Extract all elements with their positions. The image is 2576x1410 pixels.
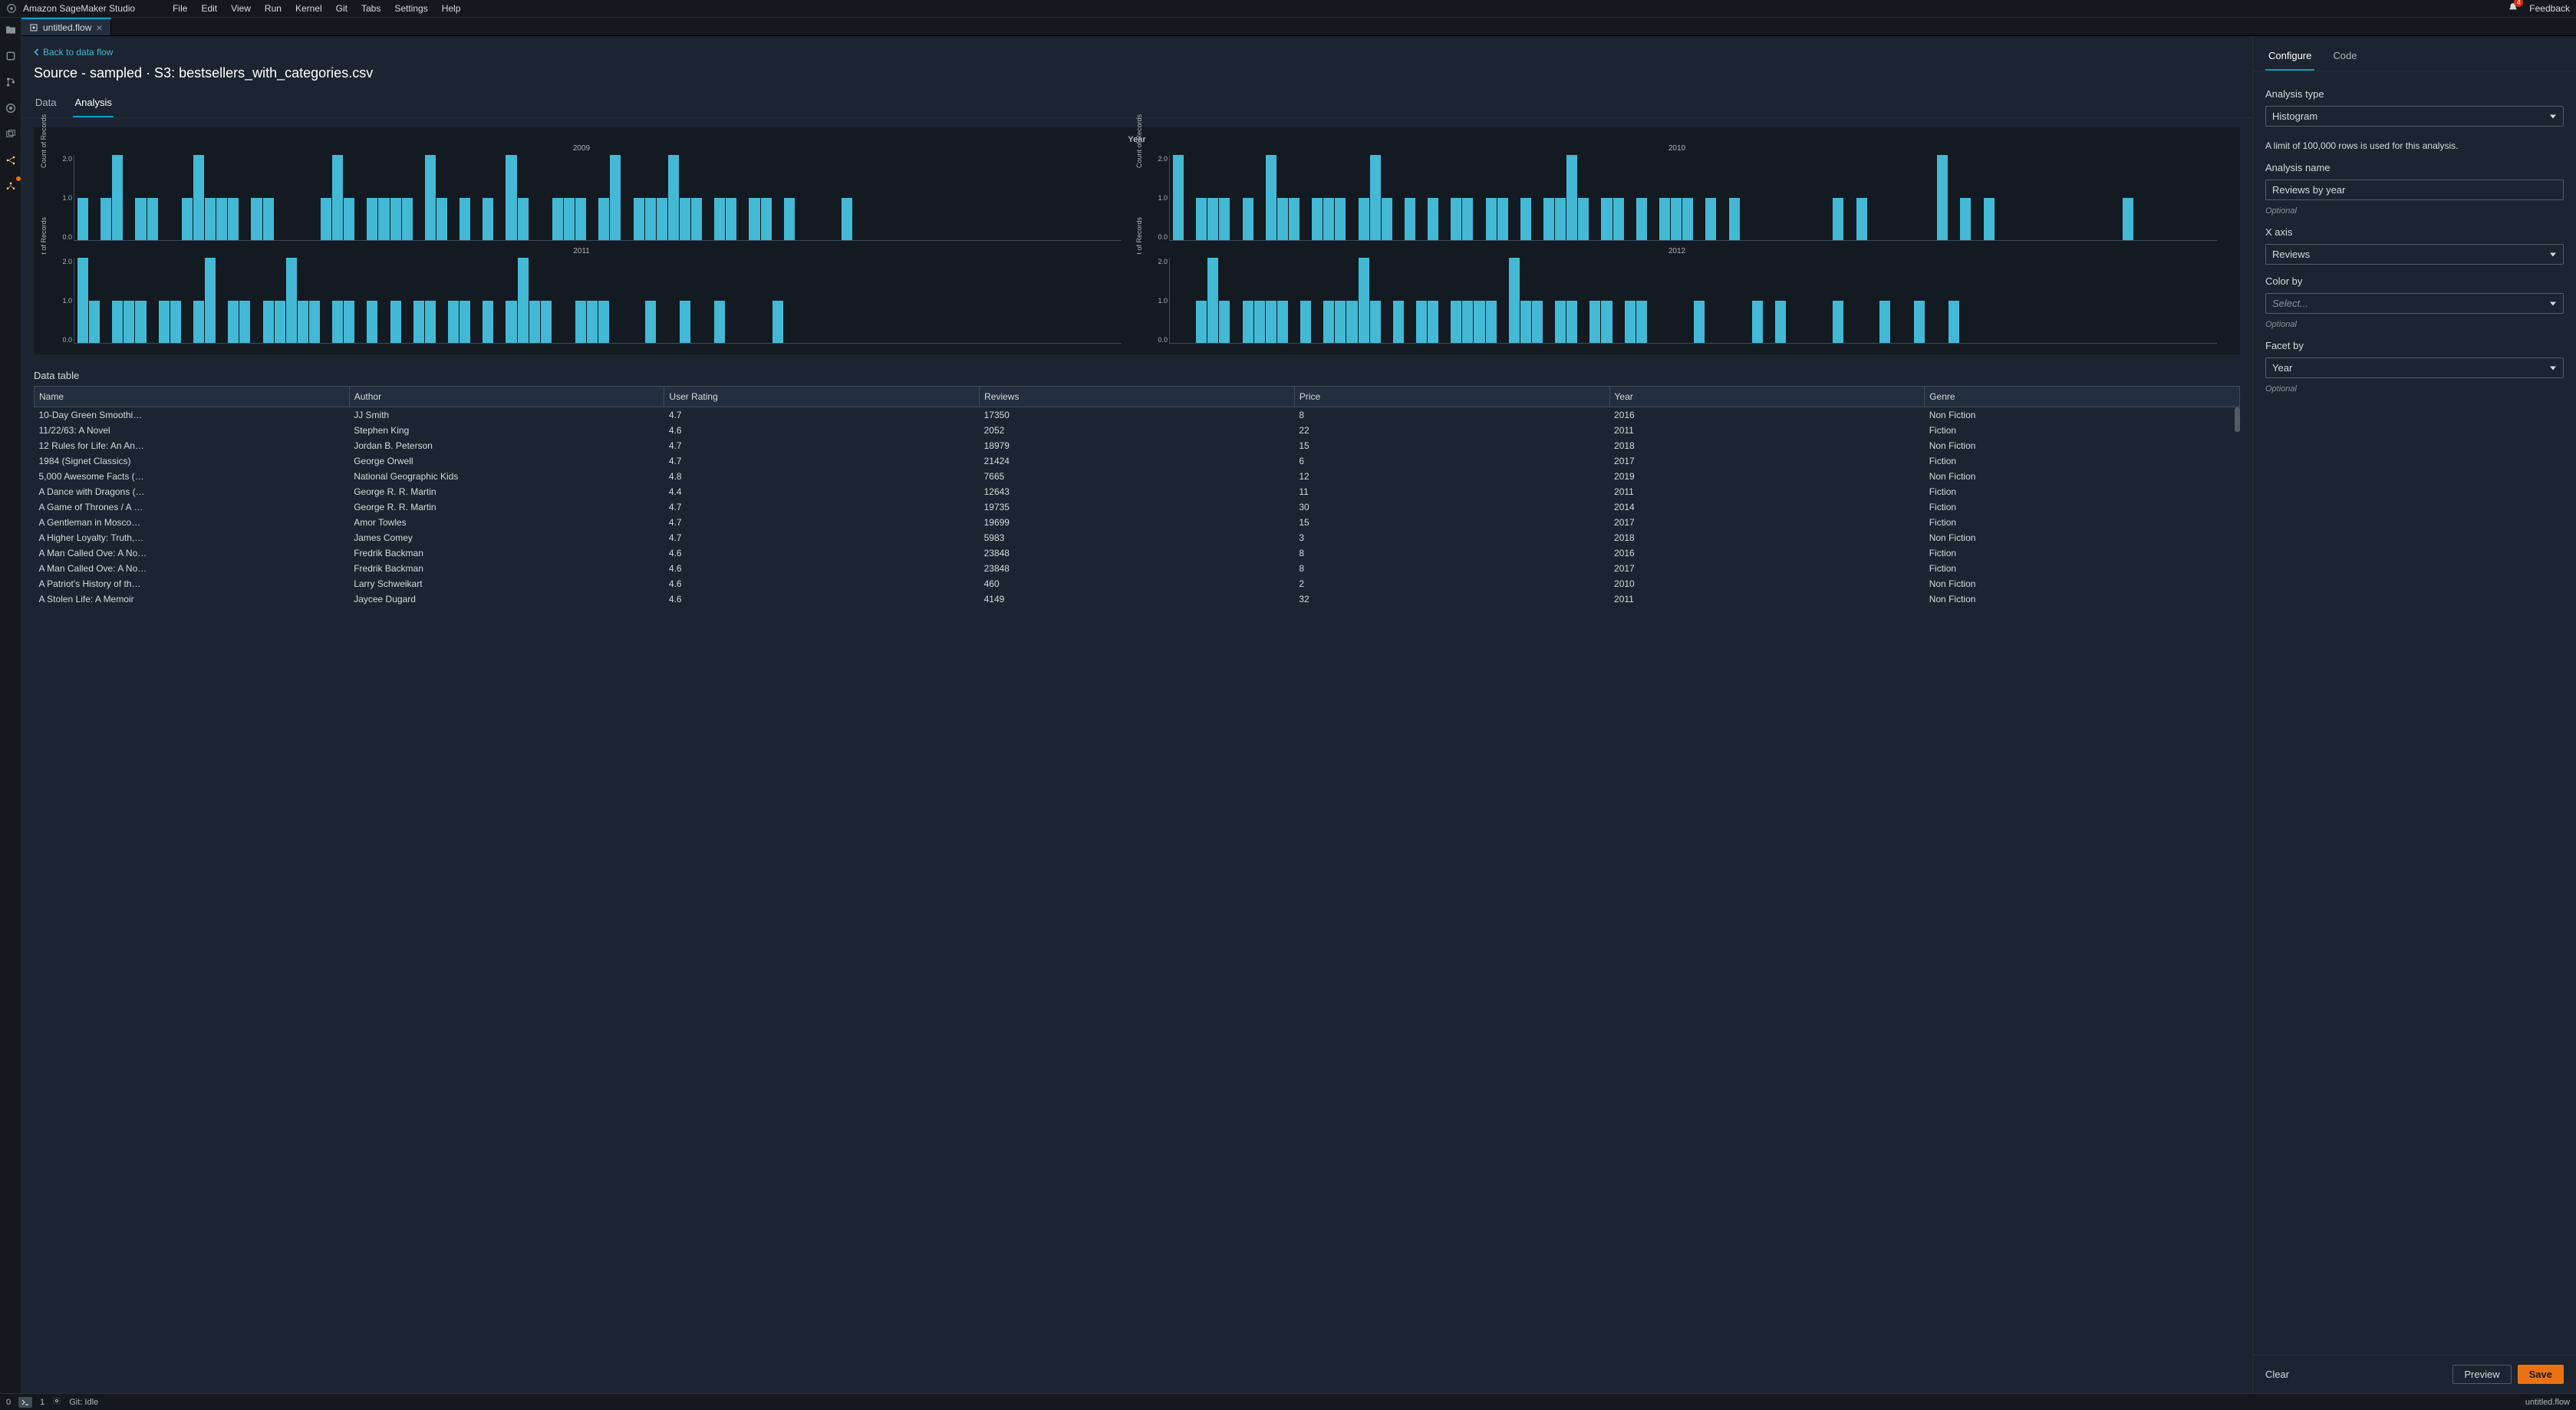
brand-title: Amazon SageMaker Studio — [23, 3, 135, 14]
analysis-type-label: Analysis type — [2265, 88, 2564, 100]
chart-facet-2009: 2009Count of Records2.01.00.0 — [41, 146, 1122, 244]
git-branch-icon[interactable] — [3, 74, 18, 90]
analysis-name-optional: Optional — [2265, 206, 2564, 216]
data-table-label: Data table — [21, 364, 2252, 386]
menu-settings[interactable]: Settings — [387, 3, 434, 14]
status-left-a: 0 — [6, 1398, 11, 1407]
chart-facet-2012: 2012Count of Records2.01.00.0 — [1137, 249, 2217, 347]
table-row[interactable]: A Stolen Life: A MemoirJaycee Dugard4.64… — [35, 591, 2240, 607]
chart-facet-2010: 2010Count of Records2.01.00.0 — [1137, 146, 2217, 244]
col-header-user-rating[interactable]: User Rating — [664, 387, 980, 407]
table-row[interactable]: A Man Called Ove: A No…Fredrik Backman4.… — [35, 545, 2240, 561]
x-axis-label: X axis — [2265, 226, 2564, 238]
file-tab-label: untitled.flow — [43, 22, 91, 33]
table-row[interactable]: A Game of Thrones / A …George R. R. Mart… — [35, 499, 2240, 515]
commands-icon[interactable] — [3, 100, 18, 116]
col-header-price[interactable]: Price — [1294, 387, 1609, 407]
analysis-name-input[interactable] — [2265, 180, 2564, 200]
status-gear-icon[interactable] — [52, 1396, 61, 1408]
analysis-name-label: Analysis name — [2265, 162, 2564, 173]
pipeline-share-icon[interactable] — [3, 179, 18, 194]
pipeline-step-icon[interactable] — [3, 153, 18, 168]
menu-git[interactable]: Git — [329, 3, 354, 14]
chart-histogram: Year 2009Count of Records2.01.00.02010Co… — [34, 127, 2240, 354]
x-axis-select[interactable]: Reviews — [2265, 244, 2564, 265]
col-header-author[interactable]: Author — [349, 387, 664, 407]
table-row[interactable]: 10-Day Green Smoothi…JJ Smith4.717350820… — [35, 407, 2240, 423]
col-header-year[interactable]: Year — [1609, 387, 1925, 407]
activity-bar — [0, 18, 21, 1393]
notification-count-badge: 4 — [2514, 0, 2523, 7]
table-row[interactable]: A Gentleman in Mosco…Amor Towles4.719699… — [35, 515, 2240, 530]
table-row[interactable]: A Higher Loyalty: Truth,…James Comey4.75… — [35, 530, 2240, 545]
tabs-icon[interactable] — [3, 127, 18, 142]
tab-code[interactable]: Code — [2330, 50, 2360, 71]
menu-edit[interactable]: Edit — [194, 3, 224, 14]
running-kernels-icon[interactable] — [3, 48, 18, 64]
save-button[interactable]: Save — [2518, 1365, 2564, 1384]
menu-tabs[interactable]: Tabs — [354, 3, 387, 14]
col-header-genre[interactable]: Genre — [1925, 387, 2240, 407]
tab-analysis[interactable]: Analysis — [73, 92, 113, 117]
menu-help[interactable]: Help — [435, 3, 468, 14]
status-terminal-icon[interactable] — [18, 1397, 32, 1408]
facet-by-label: Facet by — [2265, 340, 2564, 351]
page-title: Source - sampled · S3: bestsellers_with_… — [21, 58, 2252, 92]
tab-strip: untitled.flow × — [21, 18, 2576, 36]
status-right-filename: untitled.flow — [2525, 1398, 2570, 1407]
menu-run[interactable]: Run — [258, 3, 288, 14]
status-git[interactable]: Git: Idle — [69, 1398, 98, 1407]
table-row[interactable]: 12 Rules for Life: An An…Jordan B. Peter… — [35, 438, 2240, 453]
menu-bar: Amazon SageMaker Studio FileEditViewRunK… — [0, 0, 2576, 18]
analysis-type-select[interactable]: Histogram — [2265, 106, 2564, 127]
facet-by-optional: Optional — [2265, 384, 2564, 394]
col-header-name[interactable]: Name — [35, 387, 350, 407]
data-table: NameAuthorUser RatingReviewsPriceYearGen… — [34, 386, 2240, 607]
color-by-optional: Optional — [2265, 320, 2564, 329]
close-tab-icon[interactable]: × — [96, 22, 102, 33]
table-row[interactable]: A Man Called Ove: A No…Fredrik Backman4.… — [35, 561, 2240, 576]
table-row[interactable]: A Patriot's History of th…Larry Schweika… — [35, 576, 2240, 591]
config-tabs: Configure Code — [2253, 36, 2576, 71]
file-tab-untitled-flow[interactable]: untitled.flow × — [21, 18, 111, 35]
menu-kernel[interactable]: Kernel — [288, 3, 329, 14]
color-by-select[interactable]: Select... — [2265, 293, 2564, 314]
flow-file-icon — [29, 23, 38, 32]
table-row[interactable]: A Dance with Dragons (…George R. R. Mart… — [35, 484, 2240, 499]
status-bar: 0 1 Git: Idle untitled.flow — [0, 1393, 2576, 1410]
col-header-reviews[interactable]: Reviews — [980, 387, 1295, 407]
chevron-left-icon — [34, 48, 40, 56]
folder-icon[interactable] — [3, 22, 18, 38]
table-row[interactable]: 5,000 Awesome Facts (…National Geographi… — [35, 469, 2240, 484]
status-left-b: 1 — [40, 1398, 44, 1407]
activity-dot-icon — [16, 176, 21, 181]
color-by-label: Color by — [2265, 275, 2564, 287]
notifications-bell-icon[interactable]: 4 — [2508, 2, 2518, 15]
preview-button[interactable]: Preview — [2452, 1365, 2511, 1384]
clear-button[interactable]: Clear — [2265, 1369, 2289, 1380]
table-row[interactable]: 1984 (Signet Classics)George Orwell4.721… — [35, 453, 2240, 469]
tab-configure[interactable]: Configure — [2265, 50, 2314, 71]
chart-facet-2011: 2011Count of Records2.01.00.0 — [41, 249, 1122, 347]
menu-view[interactable]: View — [224, 3, 258, 14]
sagemaker-logo-icon — [6, 3, 17, 14]
table-row[interactable]: 11/22/63: A NovelStephen King4.620522220… — [35, 423, 2240, 438]
table-scrollbar-thumb[interactable] — [2235, 407, 2240, 432]
feedback-link[interactable]: Feedback — [2529, 3, 2570, 14]
back-to-data-flow-link[interactable]: Back to data flow — [21, 47, 2252, 58]
analysis-limit-note: A limit of 100,000 rows is used for this… — [2265, 140, 2564, 151]
facet-by-select[interactable]: Year — [2265, 357, 2564, 378]
menu-file[interactable]: File — [166, 3, 194, 14]
